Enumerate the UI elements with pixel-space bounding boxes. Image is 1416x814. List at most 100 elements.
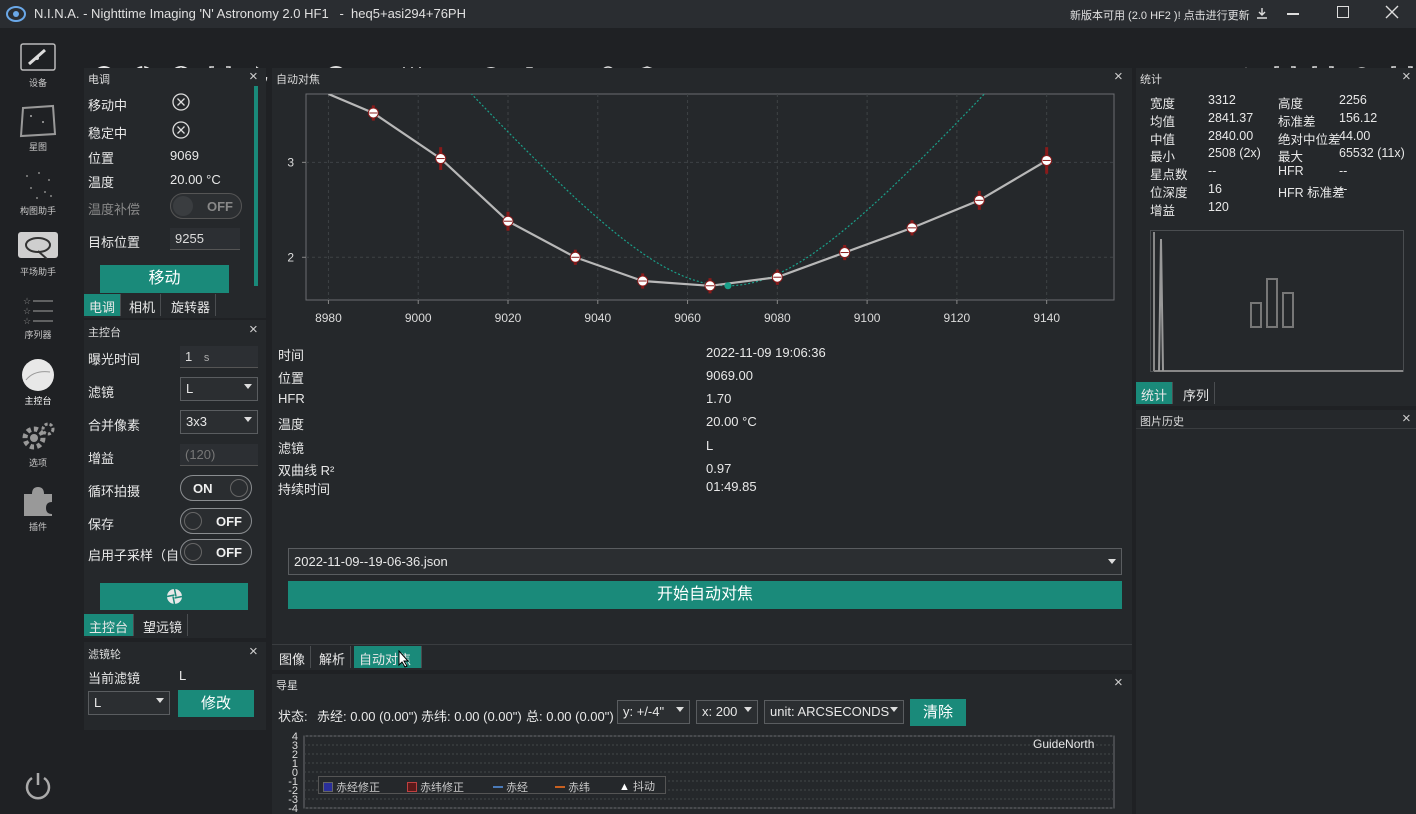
chevron-down-icon: [890, 707, 898, 712]
guider-dec-text: 赤纬: 0.00 (0.00"): [421, 709, 522, 724]
update-notice[interactable]: 新版本可用 (2.0 HF2 )! 点击进行更新: [1070, 7, 1250, 23]
subsample-toggle[interactable]: OFF: [180, 539, 252, 565]
imaging-panel-title: 主控台: [88, 327, 121, 339]
y-scale-select[interactable]: y: +/-4": [617, 700, 690, 724]
temp-comp-toggle[interactable]: OFF: [170, 193, 242, 219]
close-icon[interactable]: ×: [1402, 69, 1411, 84]
minimize-icon[interactable]: [1287, 13, 1299, 15]
svg-text:☆: ☆: [23, 306, 31, 316]
close-icon[interactable]: ×: [249, 69, 258, 84]
position-value: 9069: [170, 148, 199, 163]
x-tick-label: 9020: [495, 311, 522, 325]
af-hfr-value: 1.70: [706, 391, 732, 406]
tab-imaging[interactable]: 主控台: [84, 614, 135, 636]
x-scale-select[interactable]: x: 200: [696, 700, 758, 724]
sidebar-item-label: 构图助手: [19, 206, 56, 216]
tab-image[interactable]: 图像: [274, 646, 312, 668]
filter-change-value: L: [94, 695, 102, 710]
clear-button[interactable]: 清除: [910, 699, 966, 726]
history-divider: [1136, 428, 1416, 429]
sidebar-item-sequencer[interactable]: ☆ ☆ ☆ 序列器: [10, 294, 66, 341]
imaging-icon: [20, 358, 56, 392]
tab-camera[interactable]: 相机: [124, 294, 162, 316]
download-icon[interactable]: [1256, 7, 1268, 19]
image-history-panel: 图片历史 ×: [1136, 410, 1416, 814]
change-filter-label: 修改: [200, 695, 231, 712]
guide-graph: 4 3 2 1 0 -1 -2 -3 -4: [286, 732, 1118, 812]
tab-sequence[interactable]: 序列: [1178, 382, 1216, 404]
exposure-unit: s: [203, 352, 210, 364]
filter-change-select[interactable]: L: [88, 691, 170, 715]
loop-toggle[interactable]: ON: [180, 475, 252, 501]
legend-ra: 赤经: [493, 779, 528, 795]
legend-ra-correction: 赤经修正: [323, 779, 380, 795]
gear-icon: [19, 420, 57, 454]
filter-label: 滤镜: [88, 385, 115, 400]
triangle-icon: ▲: [619, 781, 630, 793]
guider-panel: 导星 × 状态: 赤经: 0.00 (0.00") 赤纬: 0.00 (0.00…: [272, 674, 1132, 814]
legend-dec: 赤纬: [555, 779, 590, 795]
filterwheel-panel: 滤镜轮 × 当前滤镜 L L 修改: [84, 642, 266, 730]
start-autofocus-label: 开始自动对焦: [656, 586, 753, 603]
sidebar-item-plugins[interactable]: 插件: [10, 484, 66, 533]
exposure-input[interactable]: 1 s: [180, 346, 258, 368]
tab-focuser[interactable]: 电调: [84, 294, 122, 316]
legend-dec-correction: 赤纬修正: [407, 779, 464, 795]
y-tick-label: 3: [287, 155, 294, 169]
sidebar-item-skymap[interactable]: 星图: [10, 104, 66, 153]
save-toggle[interactable]: OFF: [180, 508, 252, 534]
stat-label: 位深度: [1150, 186, 1188, 200]
sidebar-item-label: 星图: [28, 142, 47, 152]
stat-value: 65532 (11x): [1339, 146, 1405, 161]
x-tick-label: 9060: [674, 311, 701, 325]
capture-button[interactable]: [100, 583, 248, 610]
sidebar-item-options[interactable]: 选项: [10, 420, 66, 469]
sidebar-item-flat-wizard[interactable]: 平场助手: [10, 231, 66, 278]
close-icon[interactable]: ×: [249, 322, 258, 337]
target-position-input[interactable]: 9255: [170, 228, 240, 250]
close-window-icon[interactable]: [1385, 5, 1399, 19]
legend-label: 赤纬: [568, 782, 591, 794]
tab-platesolve[interactable]: 解析: [314, 646, 352, 668]
stat-label: HFR 标准差: [1278, 186, 1345, 200]
af-filter-label: 滤镜: [278, 441, 305, 456]
panel-scrollbar[interactable]: [254, 86, 258, 286]
stat-label: HFR: [1278, 164, 1304, 179]
af-hfr-label: HFR: [278, 391, 305, 406]
close-icon[interactable]: ×: [249, 644, 258, 659]
chevron-down-icon: [244, 384, 252, 389]
power-icon[interactable]: [22, 770, 54, 802]
maximize-icon[interactable]: [1337, 6, 1349, 18]
histogram: [1150, 230, 1404, 372]
tab-rotator[interactable]: 旋转器: [166, 294, 217, 316]
not-settling-icon: [172, 121, 190, 139]
top-toolbar: 信息 工具 AF: [76, 28, 1416, 89]
gain-input[interactable]: (120): [180, 444, 258, 466]
af-time-label: 时间: [278, 348, 305, 363]
af-filter-value: L: [706, 438, 714, 453]
sidebar-item-imaging[interactable]: 主控台: [10, 358, 66, 407]
binning-select-value: 3x3: [186, 414, 207, 429]
tab-statistics[interactable]: 统计: [1136, 382, 1174, 404]
tab-telescope[interactable]: 望远镜: [138, 614, 189, 636]
close-icon[interactable]: ×: [1402, 411, 1411, 426]
close-icon[interactable]: ×: [1114, 69, 1123, 84]
sidebar-item-equipment[interactable]: 设备: [10, 42, 66, 89]
af-file-select[interactable]: 2022-11-09--19-06-36.json: [288, 548, 1122, 575]
tab-autofocus[interactable]: 自动对焦: [354, 646, 422, 668]
subsample-label: 启用子采样（自: [88, 548, 178, 563]
chevron-down-icon: [244, 417, 252, 422]
move-button[interactable]: 移动: [100, 265, 229, 293]
filter-select[interactable]: L: [180, 377, 258, 401]
unit-select[interactable]: unit: ARCSECONDS: [764, 700, 904, 724]
x-tick-label: 9000: [405, 311, 432, 325]
start-autofocus-button[interactable]: 开始自动对焦: [288, 581, 1122, 609]
sidebar-item-framing[interactable]: 构图助手: [10, 168, 66, 217]
close-icon[interactable]: ×: [1114, 675, 1123, 690]
change-filter-button[interactable]: 修改: [178, 690, 254, 717]
guider-panel-title: 导星: [276, 680, 298, 692]
binning-select[interactable]: 3x3: [180, 410, 258, 434]
stat-value: 2840.00: [1208, 128, 1254, 143]
chevron-down-icon: [676, 707, 684, 712]
y-tick-label: 2: [287, 250, 294, 264]
